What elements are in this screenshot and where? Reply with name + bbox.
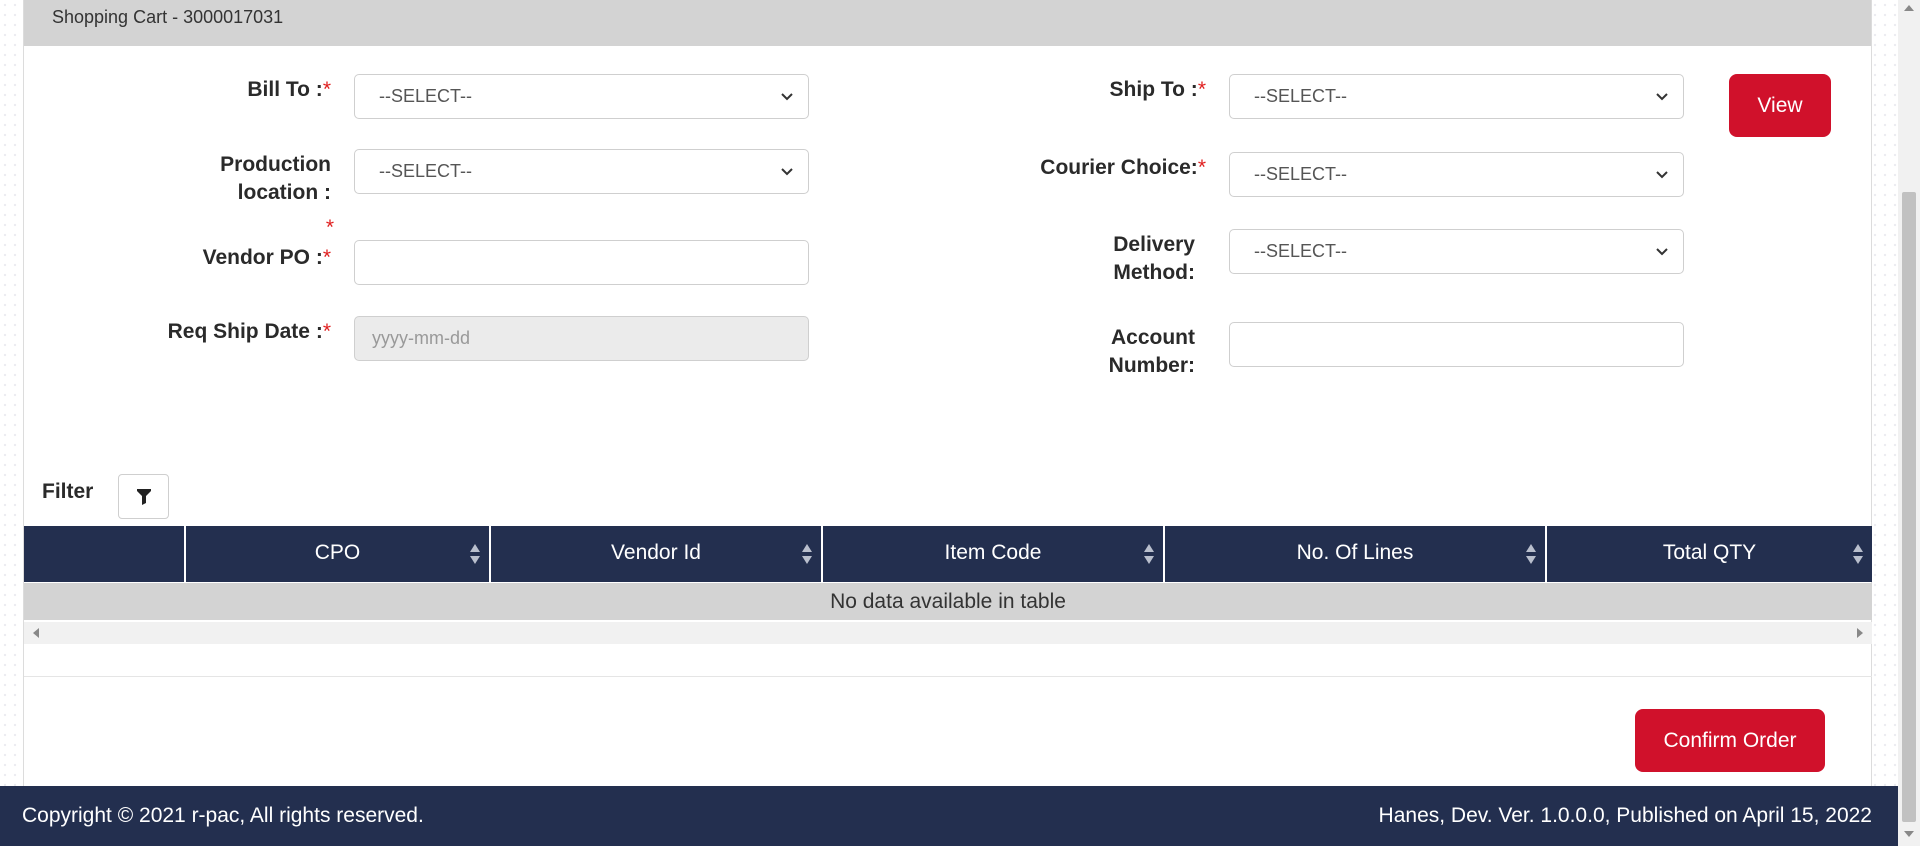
footer-copyright: Copyright © 2021 r-pac, All rights reser… bbox=[22, 804, 424, 827]
bill-to-label: Bill To :* bbox=[247, 78, 331, 101]
vendor-po-label: Vendor PO :* bbox=[202, 246, 331, 269]
chevron-down-icon bbox=[781, 168, 793, 176]
horizontal-scrollbar[interactable] bbox=[24, 622, 1872, 644]
sort-icon bbox=[1853, 544, 1863, 564]
ship-to-select[interactable]: --SELECT-- bbox=[1229, 74, 1684, 119]
scroll-down-icon[interactable] bbox=[1904, 830, 1914, 838]
column-header-vendor-id[interactable]: Vendor Id bbox=[491, 526, 823, 582]
courier-choice-select[interactable]: --SELECT-- bbox=[1229, 152, 1684, 197]
courier-choice-value: --SELECT-- bbox=[1254, 164, 1348, 184]
bill-to-select[interactable]: --SELECT-- bbox=[354, 74, 809, 119]
sort-icon bbox=[470, 544, 480, 564]
cart-title: Shopping Cart - 3000017031 bbox=[52, 7, 284, 27]
production-location-value: --SELECT-- bbox=[379, 161, 473, 181]
delivery-method-select[interactable]: --SELECT-- bbox=[1229, 229, 1684, 274]
vertical-scrollbar[interactable] bbox=[1898, 0, 1920, 846]
filter-label: Filter bbox=[42, 480, 94, 503]
required-marker: * bbox=[325, 216, 334, 239]
production-location-label: Production location : bbox=[220, 153, 331, 204]
confirm-order-button[interactable]: Confirm Order bbox=[1635, 709, 1825, 772]
chevron-down-icon bbox=[1656, 248, 1668, 256]
vendor-po-input[interactable] bbox=[354, 240, 809, 285]
sort-icon bbox=[802, 544, 812, 564]
column-header-no-of-lines[interactable]: No. Of Lines bbox=[1165, 526, 1547, 582]
column-header-cpo[interactable]: CPO bbox=[186, 526, 491, 582]
req-ship-date-label: Req Ship Date :* bbox=[167, 320, 331, 343]
column-header-item-code[interactable]: Item Code bbox=[823, 526, 1165, 582]
scrollbar-thumb[interactable] bbox=[1902, 192, 1916, 822]
scroll-left-icon[interactable] bbox=[32, 628, 40, 638]
filter-button[interactable] bbox=[118, 474, 169, 519]
chevron-down-icon bbox=[781, 93, 793, 101]
table-empty-message: No data available in table bbox=[24, 583, 1872, 620]
delivery-method-label: Delivery Method: bbox=[1113, 233, 1195, 284]
sort-icon bbox=[1144, 544, 1154, 564]
footer: Copyright © 2021 r-pac, All rights reser… bbox=[0, 786, 1898, 846]
column-header-total-qty[interactable]: Total QTY bbox=[1547, 526, 1872, 582]
scroll-up-icon[interactable] bbox=[1904, 4, 1914, 12]
chevron-down-icon bbox=[1656, 171, 1668, 179]
production-location-select[interactable]: --SELECT-- bbox=[354, 149, 809, 194]
filter-icon bbox=[137, 489, 151, 505]
column-header-select bbox=[24, 526, 186, 582]
shopping-cart-card: Shopping Cart - 3000017031 Bill To :* Pr… bbox=[23, 0, 1872, 786]
req-ship-date-input[interactable]: yyyy-mm-dd bbox=[354, 316, 809, 361]
account-number-input[interactable] bbox=[1229, 322, 1684, 367]
scroll-right-icon[interactable] bbox=[1856, 628, 1864, 638]
ship-to-label: Ship To :* bbox=[1109, 78, 1206, 101]
sort-icon bbox=[1526, 544, 1536, 564]
req-ship-date-placeholder: yyyy-mm-dd bbox=[372, 328, 470, 348]
account-number-label: Account Number: bbox=[1108, 326, 1195, 377]
footer-version: Hanes, Dev. Ver. 1.0.0.0, Published on A… bbox=[1378, 804, 1872, 827]
card-header: Shopping Cart - 3000017031 bbox=[24, 0, 1871, 46]
chevron-down-icon bbox=[1656, 93, 1668, 101]
ship-to-value: --SELECT-- bbox=[1254, 86, 1348, 106]
table-header: CPO Vendor Id Item Code No. Of Lines Tot… bbox=[24, 526, 1872, 582]
section-divider bbox=[24, 676, 1872, 677]
courier-choice-label: Courier Choice:* bbox=[1040, 156, 1206, 179]
bill-to-value: --SELECT-- bbox=[379, 86, 473, 106]
delivery-method-value: --SELECT-- bbox=[1254, 241, 1348, 261]
view-button[interactable]: View bbox=[1729, 74, 1831, 137]
